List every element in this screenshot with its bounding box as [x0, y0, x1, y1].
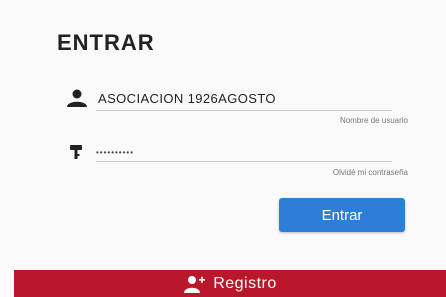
add-user-icon: [184, 275, 206, 293]
user-icon: [67, 89, 87, 107]
register-button[interactable]: Registro: [14, 270, 446, 297]
forgot-password-link[interactable]: Olvidé mi contraseña: [333, 168, 408, 177]
password-field[interactable]: ••••••••••: [68, 143, 394, 161]
enter-button[interactable]: Entrar: [279, 198, 405, 232]
register-label: Registro: [213, 274, 277, 292]
key-icon: [70, 145, 82, 159]
username-hint: Nombre de usuario: [339, 116, 408, 125]
login-card: ENTRAR ASOCIACION 1926AGOSTO Nombre de u…: [0, 0, 446, 297]
username-value[interactable]: ASOCIACION 1926AGOSTO: [98, 91, 276, 106]
username-field[interactable]: ASOCIACION 1926AGOSTO: [66, 87, 392, 109]
page-title: ENTRAR: [57, 30, 155, 55]
password-value[interactable]: ••••••••••: [96, 148, 134, 157]
password-underline: [96, 161, 392, 162]
username-underline: [96, 110, 392, 111]
